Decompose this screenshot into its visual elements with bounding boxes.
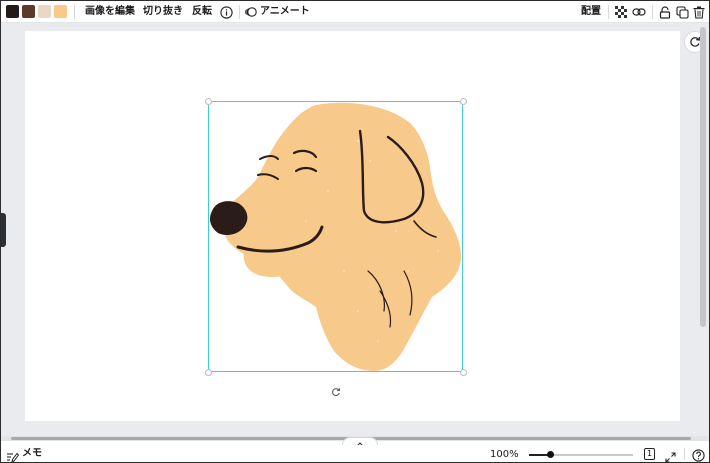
bottom-divider xyxy=(684,448,685,460)
toolbar-divider xyxy=(608,5,609,19)
link-icon[interactable] xyxy=(631,4,647,20)
color-swatch-dark[interactable] xyxy=(6,5,19,18)
color-swatch-brown[interactable] xyxy=(22,5,35,18)
zoom-slider-track[interactable] xyxy=(529,451,633,458)
animate-button[interactable]: アニメート xyxy=(260,5,310,18)
resize-handle-bottom-left[interactable] xyxy=(205,369,212,376)
resize-handle-top-left[interactable] xyxy=(205,98,212,105)
selection-box xyxy=(208,101,463,372)
zoom-percentage[interactable]: 100% xyxy=(490,449,519,461)
side-panel-toggle[interactable] xyxy=(1,213,6,247)
editor-window: 画像を編集 切り抜き 反転 アニメート 配置 メモ 100% 1 xyxy=(0,0,710,463)
notes-icon[interactable] xyxy=(6,448,20,462)
toolbar-divider xyxy=(652,5,653,19)
lock-icon[interactable] xyxy=(657,4,673,20)
rotate-icon xyxy=(331,382,341,401)
animate-icon[interactable] xyxy=(243,4,259,20)
color-swatch-tan[interactable] xyxy=(54,5,67,18)
collapse-panel-tab[interactable] xyxy=(342,437,378,447)
edit-image-button[interactable]: 画像を編集 xyxy=(85,5,135,18)
flip-button[interactable]: 反転 xyxy=(192,5,212,18)
rotate-handle[interactable] xyxy=(329,384,343,398)
info-icon[interactable] xyxy=(218,4,234,20)
toolbar-divider xyxy=(239,5,240,19)
bottom-bar: メモ 100% 1 xyxy=(1,445,709,462)
vertical-scrollbar[interactable] xyxy=(700,27,706,327)
resize-handle-bottom-right[interactable] xyxy=(460,369,467,376)
fullscreen-icon[interactable] xyxy=(665,448,676,462)
zoom-slider-thumb[interactable] xyxy=(546,451,554,458)
notes-button[interactable]: メモ xyxy=(22,448,42,460)
page-count-button[interactable]: 1 xyxy=(644,448,655,460)
resize-handle-top-right[interactable] xyxy=(460,98,467,105)
position-button[interactable]: 配置 xyxy=(581,5,601,18)
trash-icon[interactable] xyxy=(691,4,707,20)
toolbar-divider xyxy=(74,5,75,19)
duplicate-icon[interactable] xyxy=(674,4,690,20)
crop-button[interactable]: 切り抜き xyxy=(143,5,183,18)
color-swatch-light-beige[interactable] xyxy=(38,5,51,18)
transparency-icon[interactable] xyxy=(613,4,629,20)
top-toolbar: 画像を編集 切り抜き 反転 アニメート 配置 xyxy=(1,1,709,23)
help-icon[interactable] xyxy=(692,447,705,462)
